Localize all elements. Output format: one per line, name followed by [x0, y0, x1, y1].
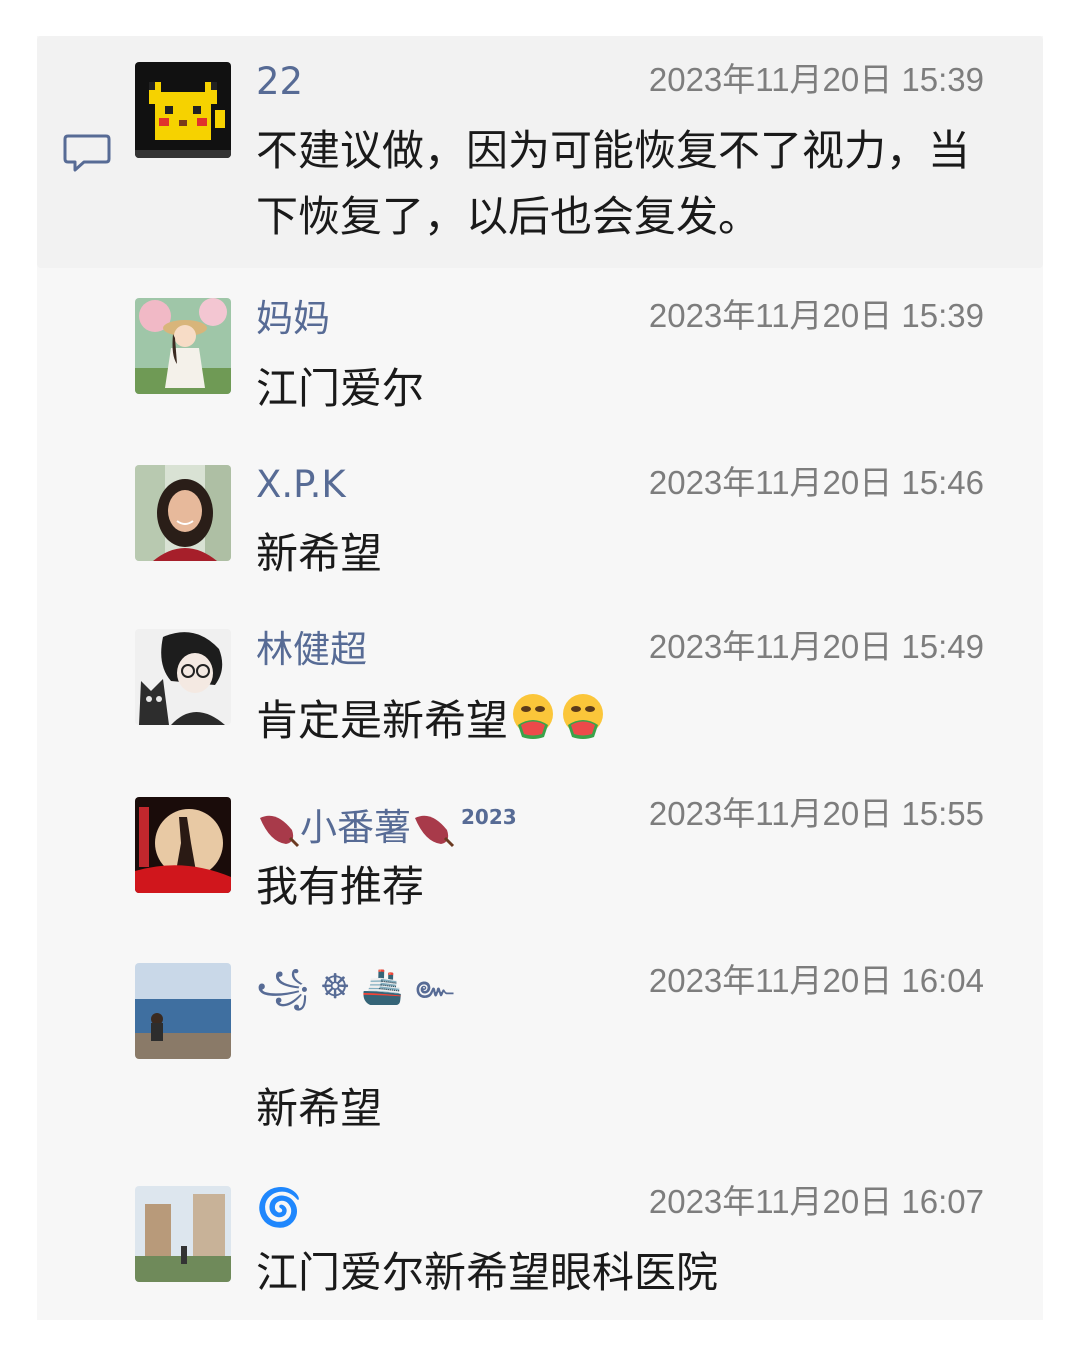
comment-text: 新希望 — [256, 1084, 383, 1133]
comment-icon[interactable] — [62, 132, 112, 176]
name-badge: 2023 — [461, 805, 517, 829]
comment-text-content: 肯定是新希望 — [256, 696, 509, 745]
comment-author[interactable]: 妈妈 — [256, 297, 330, 341]
comment-time: 2023年11月20日 15:39 — [648, 61, 984, 98]
comment-time: 2023年11月20日 15:46 — [648, 464, 984, 501]
comment-text: 肯定是新希望 — [256, 688, 608, 754]
comment-time: 2023年11月20日 15:55 — [648, 795, 984, 832]
drooling-face-watermelon-emoji — [563, 694, 604, 739]
comment-text: 我有推荐 — [256, 862, 425, 911]
woman-photo-avatar[interactable] — [135, 465, 231, 561]
comment-text: 不建议做，因为可能恢复不了视力，当下恢复了，以后也会复发。 — [256, 126, 971, 241]
comment-text: 江门爱尔新希望眼科医院 — [256, 1248, 719, 1297]
pikachu-avatar[interactable] — [135, 62, 231, 158]
comment-author[interactable]: X.P.K — [256, 463, 346, 507]
comment-text: 新希望 — [256, 529, 383, 578]
comment-time: 2023年11月20日 15:39 — [648, 297, 984, 334]
comment-author[interactable]: 林健超 — [256, 628, 367, 672]
drooling-face-watermelon-emoji — [513, 694, 554, 739]
moon-silhouette-avatar[interactable] — [135, 797, 231, 893]
building-photo-avatar[interactable] — [135, 1186, 231, 1282]
comment-author[interactable]: ꧁ ☸ 🚢 ๛ — [256, 965, 454, 1009]
comment-author-label: 小番薯 — [300, 806, 411, 849]
seaside-photo-avatar[interactable] — [135, 963, 231, 1059]
comment-time: 2023年11月20日 15:49 — [648, 628, 984, 665]
comment-author[interactable]: 小番薯 2023 — [256, 795, 517, 850]
comment-author[interactable]: 🌀 — [256, 1186, 302, 1230]
comment-author[interactable]: 22 — [256, 60, 303, 104]
anime-girl-avatar[interactable] — [135, 298, 231, 394]
sweet-potato-emoji — [415, 815, 455, 848]
sweet-potato-emoji — [260, 815, 300, 848]
comment-time: 2023年11月20日 16:07 — [648, 1183, 984, 1220]
comment-time: 2023年11月20日 16:04 — [648, 962, 984, 999]
anime-boy-cat-avatar[interactable] — [135, 629, 231, 725]
comment-text: 江门爱尔 — [256, 364, 425, 413]
